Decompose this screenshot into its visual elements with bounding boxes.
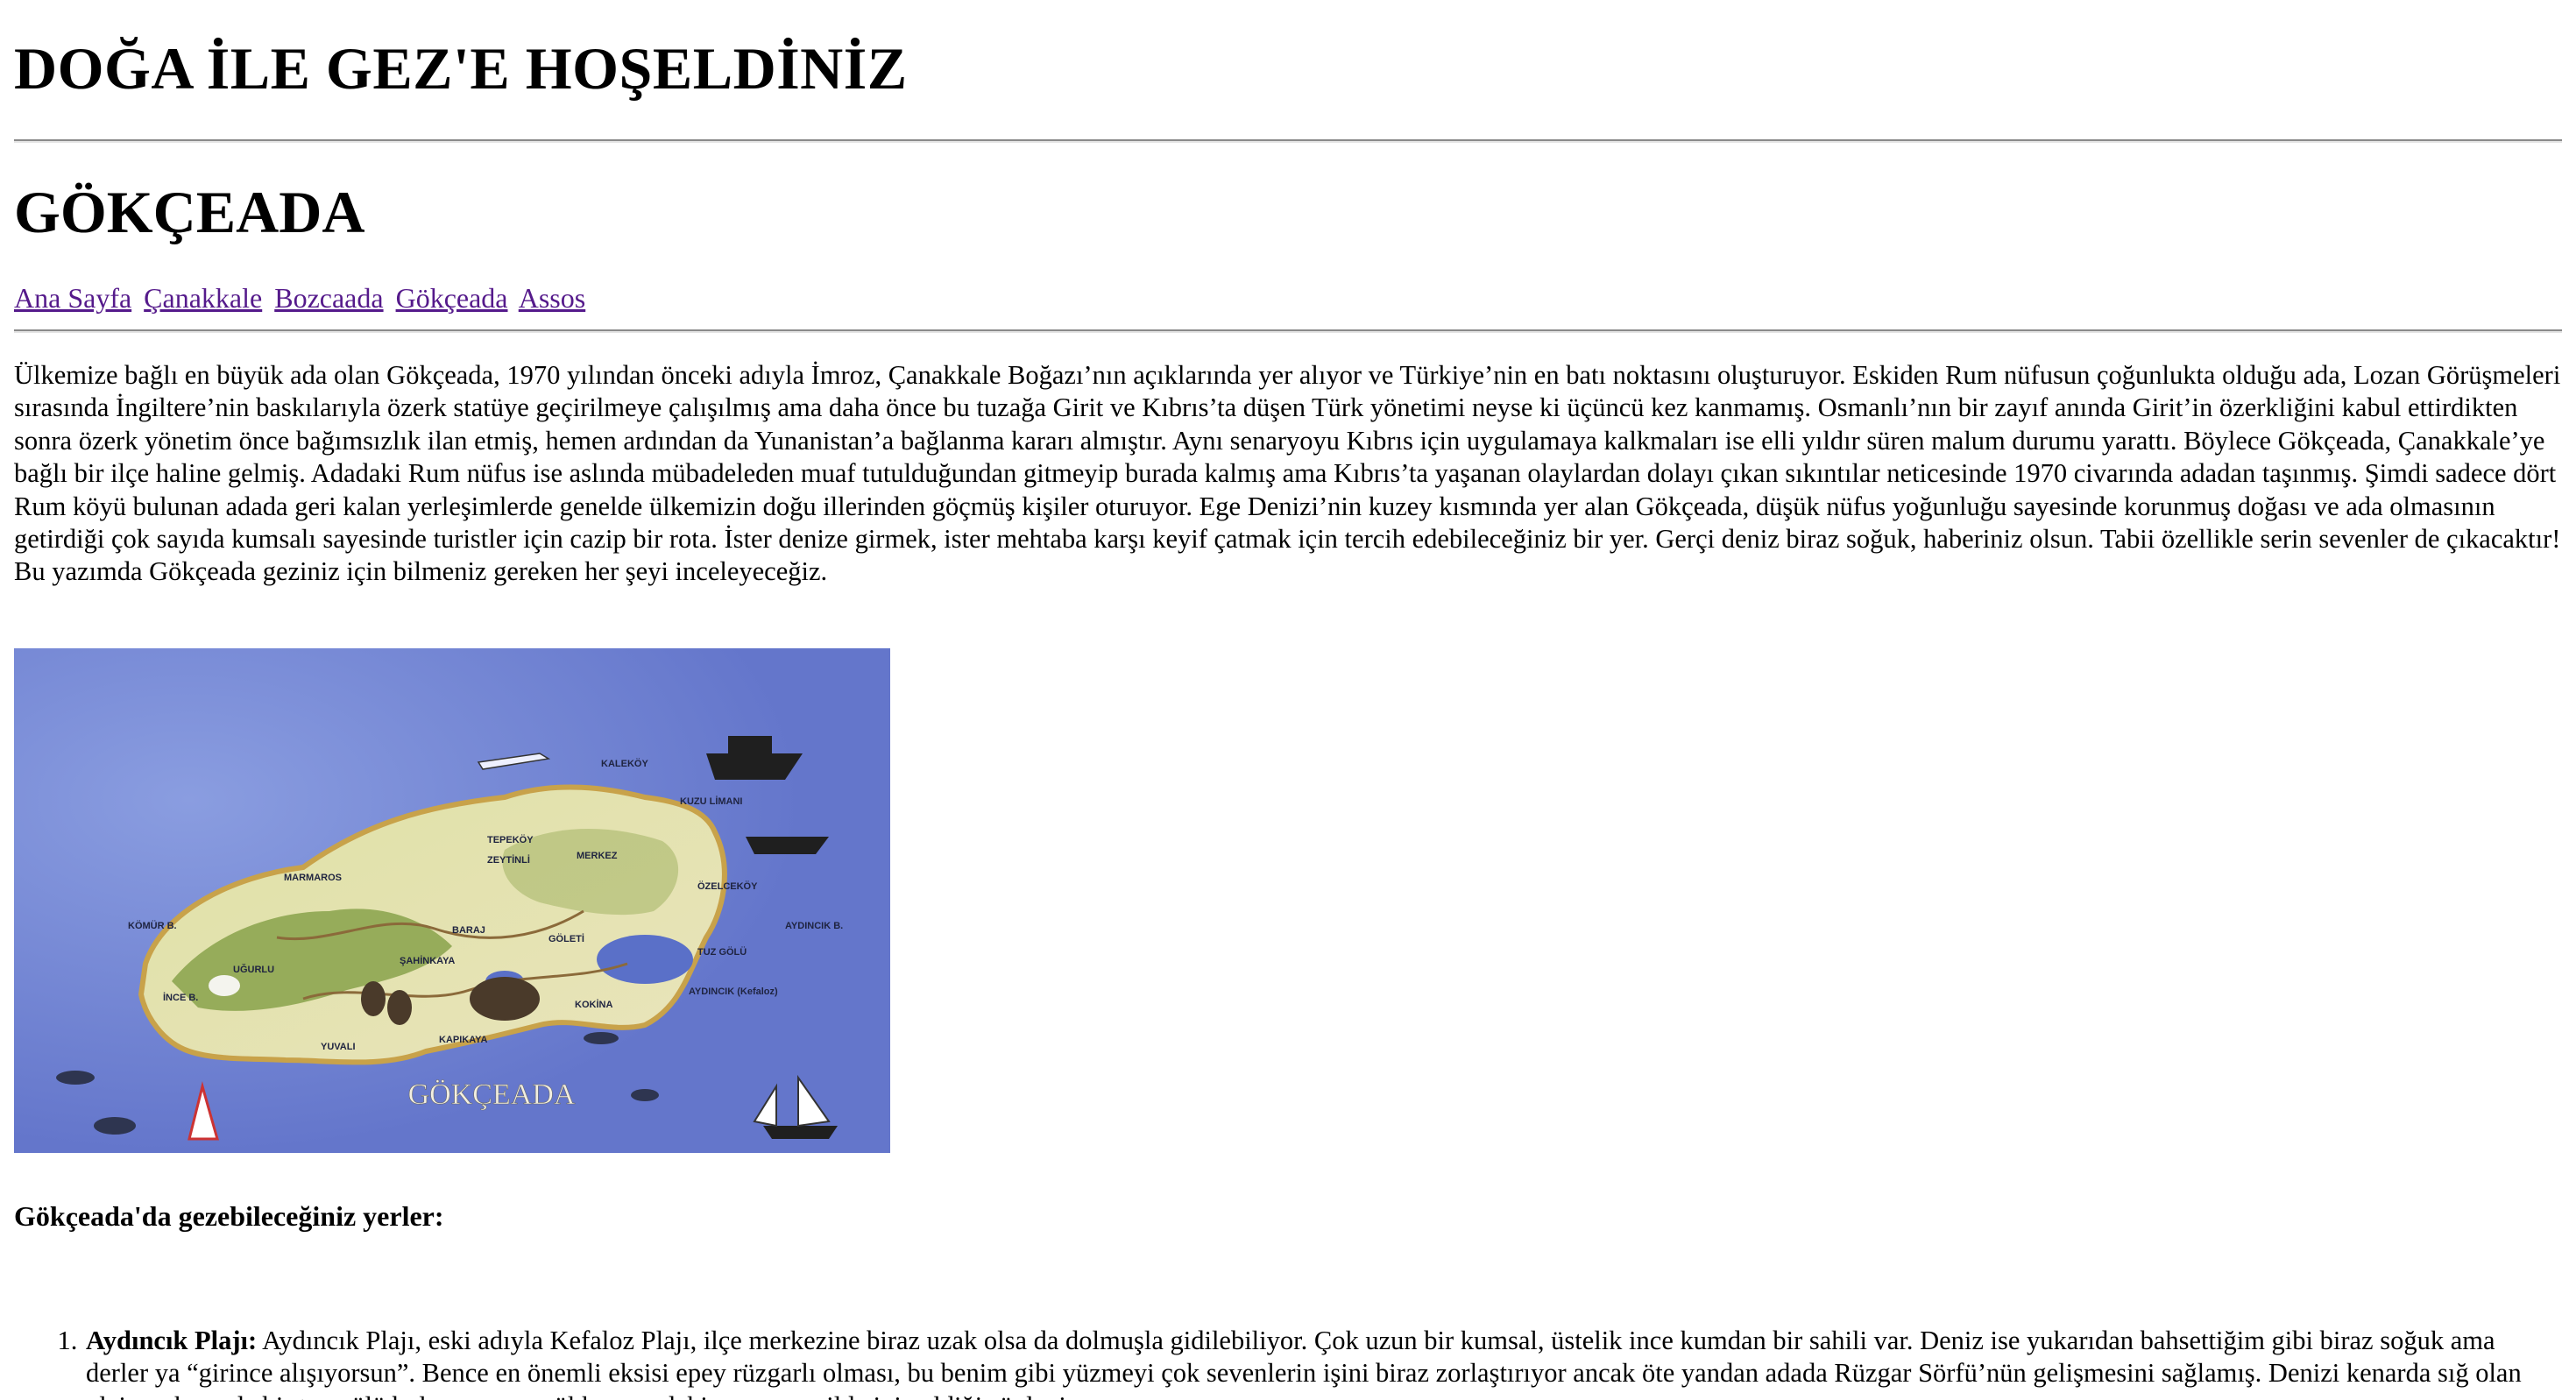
site-title: DOĞA İLE GEZ'E HOŞELDİNİZ [14,35,908,102]
places-list: Aydıncık Plajı: Aydıncık Plajı, eski adı… [14,1325,2562,1400]
map-caption: GÖKÇEADA [408,1078,576,1111]
svg-text:TUZ GÖLÜ: TUZ GÖLÜ [697,946,747,958]
main-nav: Ana Sayfa Çanakkale Bozcaada Gökçeada As… [14,280,591,315]
svg-text:AYDINCIK (Kefaloz): AYDINCIK (Kefaloz) [689,986,778,997]
nav-link-assos[interactable]: Assos [519,282,585,314]
place-description: Aydıncık Plajı, eski adıyla Kefaloz Plaj… [86,1326,2522,1400]
svg-text:AYDINCIK B.: AYDINCIK B. [785,921,843,931]
svg-text:KAPIKAYA: KAPIKAYA [439,1035,487,1045]
map-illustration: KALEKÖY KUZU LİMANI MERKEZ ZEYTİNLİ TEPE… [14,648,890,1153]
svg-text:UĞURLU: UĞURLU [233,964,274,975]
divider-nav [14,329,2562,333]
places-heading: Gökçeada'da gezebileceğiniz yerler: [14,1200,444,1232]
svg-text:MARMAROS: MARMAROS [284,873,342,883]
svg-text:KALEKÖY: KALEKÖY [601,758,648,769]
nav-link-canakkale[interactable]: Çanakkale [144,282,262,314]
svg-text:ZEYTİNLİ: ZEYTİNLİ [487,854,530,866]
svg-text:KOKİNA: KOKİNA [575,999,612,1010]
svg-text:GÖLETİ: GÖLETİ [548,933,584,944]
svg-text:YUVALI: YUVALI [321,1042,356,1052]
place-name: Aydıncık Plajı: [86,1326,258,1355]
svg-text:İNCE B.: İNCE B. [163,992,198,1003]
divider-top [14,139,2562,143]
svg-text:BARAJ: BARAJ [452,925,485,936]
nav-link-ana-sayfa[interactable]: Ana Sayfa [14,282,131,314]
svg-text:ŞAHİNKAYA: ŞAHİNKAYA [400,955,455,966]
map-salt-lake [597,935,693,984]
svg-text:KÖMÜR B.: KÖMÜR B. [128,920,177,931]
list-item: Aydıncık Plajı: Aydıncık Plajı, eski adı… [84,1325,2562,1400]
page-title: GÖKÇEADA [14,179,365,245]
svg-text:MERKEZ: MERKEZ [577,851,618,861]
svg-text:TEPEKÖY: TEPEKÖY [487,834,534,845]
nav-link-bozcaada[interactable]: Bozcaada [274,282,383,314]
nav-link-gokceada[interactable]: Gökçeada [396,282,508,314]
gokceada-map-image: KALEKÖY KUZU LİMANI MERKEZ ZEYTİNLİ TEPE… [14,648,890,1153]
intro-paragraph: Ülkemize bağlı en büyük ada olan Gökçead… [14,360,2561,587]
svg-text:ÖZELCEKÖY: ÖZELCEKÖY [697,880,758,892]
svg-text:KUZU LİMANI: KUZU LİMANI [680,795,743,807]
